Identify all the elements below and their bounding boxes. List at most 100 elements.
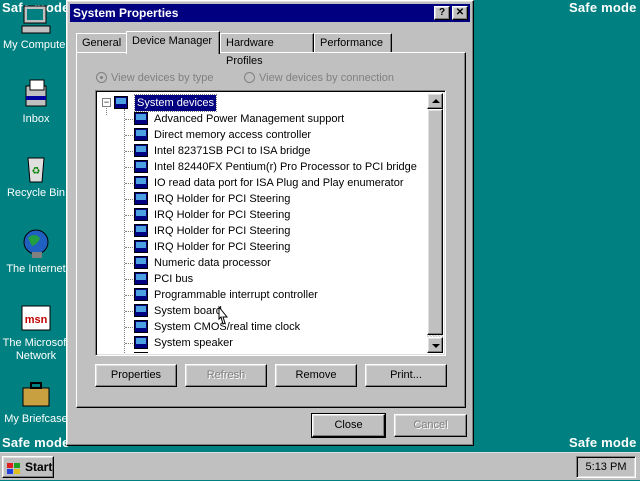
tab-label: Performance	[320, 37, 383, 49]
desktop-icon-label: Inbox	[22, 113, 50, 125]
cancel-button[interactable]: Cancel	[394, 414, 467, 437]
device-icon	[134, 288, 148, 301]
tree-node-device[interactable]: System timer	[98, 351, 427, 353]
device-icon	[134, 192, 148, 205]
briefcase-icon	[20, 378, 52, 410]
safe-mode-label-bottom-left: Safe mode	[2, 435, 70, 450]
radio-label: View devices by connection	[259, 72, 394, 84]
svg-text:msn: msn	[25, 314, 48, 326]
device-icon	[134, 224, 148, 237]
system-devices-icon	[114, 96, 128, 109]
arrow-up-icon	[432, 99, 440, 103]
device-icon	[134, 240, 148, 253]
button-label: Properties	[110, 369, 162, 381]
taskbar: Start 5:13 PM	[0, 452, 640, 480]
svg-text:♻: ♻	[32, 166, 41, 177]
tree-node-label: System devices	[133, 94, 218, 112]
close-button[interactable]: Close	[311, 413, 386, 438]
button-label: Refresh	[206, 369, 246, 381]
tab-label: General	[82, 37, 122, 49]
device-tree-content: − System devices Advanced Power Manageme…	[98, 93, 427, 353]
tree-node-label: Direct memory access controller	[154, 129, 312, 141]
tree-node-label: Numeric data processor	[154, 257, 271, 269]
close-icon: ✕	[455, 7, 465, 18]
tab-performance[interactable]: Performance	[314, 33, 392, 53]
arrow-down-icon	[432, 344, 440, 348]
tree-node-device[interactable]: Numeric data processor	[98, 255, 427, 271]
device-icon	[134, 272, 148, 285]
tree-node-label: IRQ Holder for PCI Steering	[154, 209, 291, 221]
tree-node-device[interactable]: IRQ Holder for PCI Steering	[98, 207, 427, 223]
tree-node-device[interactable]: System CMOS/real time clock	[98, 319, 427, 335]
radio-view-by-connection[interactable]: View devices by connection	[244, 72, 394, 84]
desktop-icon-my-computer[interactable]: My Computer	[0, 4, 72, 52]
radio-label: View devices by type	[111, 72, 214, 84]
tree-node-device[interactable]: System board	[98, 303, 427, 319]
help-button[interactable]: ?	[434, 6, 450, 20]
tree-node-label: System speaker	[154, 337, 233, 349]
tree-node-label: Intel 82440FX Pentium(r) Pro Processor t…	[154, 161, 417, 173]
tab-hardware-profiles[interactable]: Hardware Profiles	[220, 33, 314, 67]
system-tray: 5:13 PM	[576, 456, 636, 478]
device-icon	[134, 112, 148, 125]
refresh-button[interactable]: Refresh	[185, 364, 267, 387]
tree-node-label: Advanced Power Management support	[154, 113, 345, 125]
safe-mode-label-top-right: Safe mode	[569, 0, 637, 15]
vertical-scrollbar[interactable]	[427, 93, 443, 353]
tree-node-device[interactable]: IRQ Holder for PCI Steering	[98, 223, 427, 239]
tree-node-label: Intel 82371SB PCI to ISA bridge	[154, 145, 311, 157]
start-button[interactable]: Start	[2, 456, 54, 478]
safe-mode-label-bottom-right: Safe mode	[569, 435, 637, 450]
tree-node-label: IO read data port for ISA Plug and Play …	[154, 177, 404, 189]
tree-node-label: IRQ Holder for PCI Steering	[154, 225, 291, 237]
desktop-icon-recycle-bin[interactable]: ♻ Recycle Bin	[0, 152, 72, 200]
tree-node-device[interactable]: Programmable interrupt controller	[98, 287, 427, 303]
remove-button[interactable]: Remove	[275, 364, 357, 387]
tree-node-device[interactable]: Direct memory access controller	[98, 127, 427, 143]
help-icon: ?	[438, 7, 446, 18]
device-icon	[134, 128, 148, 141]
msn-icon: msn	[20, 302, 52, 334]
desktop-icon-briefcase[interactable]: My Briefcase	[0, 378, 72, 426]
tab-general[interactable]: General	[76, 33, 128, 53]
tree-node-device[interactable]: IO read data port for ISA Plug and Play …	[98, 175, 427, 191]
title-bar[interactable]: System Properties ? ✕	[70, 4, 470, 22]
desktop-icon-inbox[interactable]: Inbox	[0, 78, 72, 126]
device-icon	[134, 256, 148, 269]
window-title: System Properties	[73, 6, 179, 20]
device-icon	[134, 144, 148, 157]
scroll-up-button[interactable]	[427, 93, 443, 109]
tab-device-manager[interactable]: Device Manager	[126, 31, 220, 54]
tree-node-label: IRQ Holder for PCI Steering	[154, 193, 291, 205]
tree-node-device[interactable]: Intel 82440FX Pentium(r) Pro Processor t…	[98, 159, 427, 175]
tree-node-label: IRQ Holder for PCI Steering	[154, 241, 291, 253]
tree-node-device[interactable]: IRQ Holder for PCI Steering	[98, 191, 427, 207]
tree-node-device[interactable]: Advanced Power Management support	[98, 111, 427, 127]
print-button[interactable]: Print...	[365, 364, 447, 387]
desktop-icon-label: The Internet	[6, 263, 66, 275]
device-tree[interactable]: − System devices Advanced Power Manageme…	[95, 90, 446, 356]
radio-view-by-type[interactable]: View devices by type	[96, 72, 214, 84]
desktop-icon-internet[interactable]: The Internet	[0, 228, 72, 276]
button-label: Close	[334, 419, 363, 431]
tree-node-device[interactable]: IRQ Holder for PCI Steering	[98, 239, 427, 255]
scroll-down-button[interactable]	[427, 337, 443, 353]
tree-node-system-devices[interactable]: − System devices	[98, 94, 427, 112]
clock[interactable]: 5:13 PM	[586, 461, 627, 473]
tab-label: Device Manager	[132, 35, 213, 47]
device-icon	[134, 176, 148, 189]
scroll-thumb[interactable]	[427, 109, 443, 335]
tree-node-device[interactable]: PCI bus	[98, 271, 427, 287]
button-label: Remove	[295, 369, 337, 381]
recycle-bin-icon: ♻	[20, 152, 52, 184]
device-icon	[134, 208, 148, 221]
desktop-icon-msn[interactable]: msn The Microsoft Network	[0, 302, 72, 363]
desktop-icon-label: My Computer	[2, 39, 70, 51]
properties-button[interactable]: Properties	[95, 364, 177, 387]
computer-icon	[20, 4, 52, 36]
tree-node-device[interactable]: System speaker	[98, 335, 427, 351]
close-window-button[interactable]: ✕	[452, 6, 468, 20]
desktop-icon-label: The Microsoft Network	[2, 337, 70, 362]
desktop-icon-label: Recycle Bin	[6, 187, 66, 199]
tree-node-device[interactable]: Intel 82371SB PCI to ISA bridge	[98, 143, 427, 159]
